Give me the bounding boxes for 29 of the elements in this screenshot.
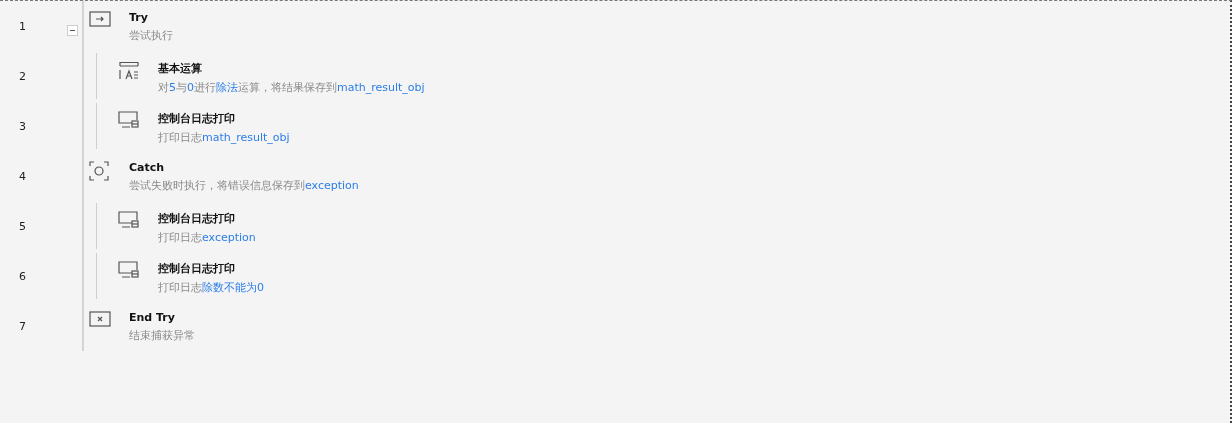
step-title: 控制台日志打印 [158,261,236,276]
monitor-icon [118,211,140,229]
line-number: 1 [19,19,26,33]
step-title: 基本运算 [158,61,203,76]
arrow-box-icon [89,11,111,27]
step-title: Catch [129,161,166,174]
step-title: End Try [129,311,176,324]
step-description: 打印日志math_result_obj [158,130,290,145]
monitor-icon [118,261,140,279]
line-number: 6 [19,269,26,283]
step-description: 打印日志除数不能为0 [158,280,264,295]
step-description: 尝试执行 [129,28,173,43]
line-number: 3 [19,119,26,133]
step-description: 打印日志exception [158,230,256,245]
collapse-toggle[interactable] [67,25,78,36]
step-description: 对5与0进行除法运算，将结果保存到math_result_obj [158,80,425,95]
step-title: 控制台日志打印 [158,111,236,126]
line-number: 4 [19,169,26,183]
step-description: 尝试失败时执行，将错误信息保存到exception [129,178,359,193]
monitor-icon [118,111,140,129]
line-number: 2 [19,69,26,83]
x-box-icon [89,311,111,327]
step-description: 结束捕获异常 [129,328,195,343]
step-title: 控制台日志打印 [158,211,236,226]
formula-icon [118,61,140,81]
line-number: 5 [19,219,26,233]
line-number: 7 [19,319,26,333]
step-title: Try [129,11,149,24]
capture-icon [89,161,109,181]
